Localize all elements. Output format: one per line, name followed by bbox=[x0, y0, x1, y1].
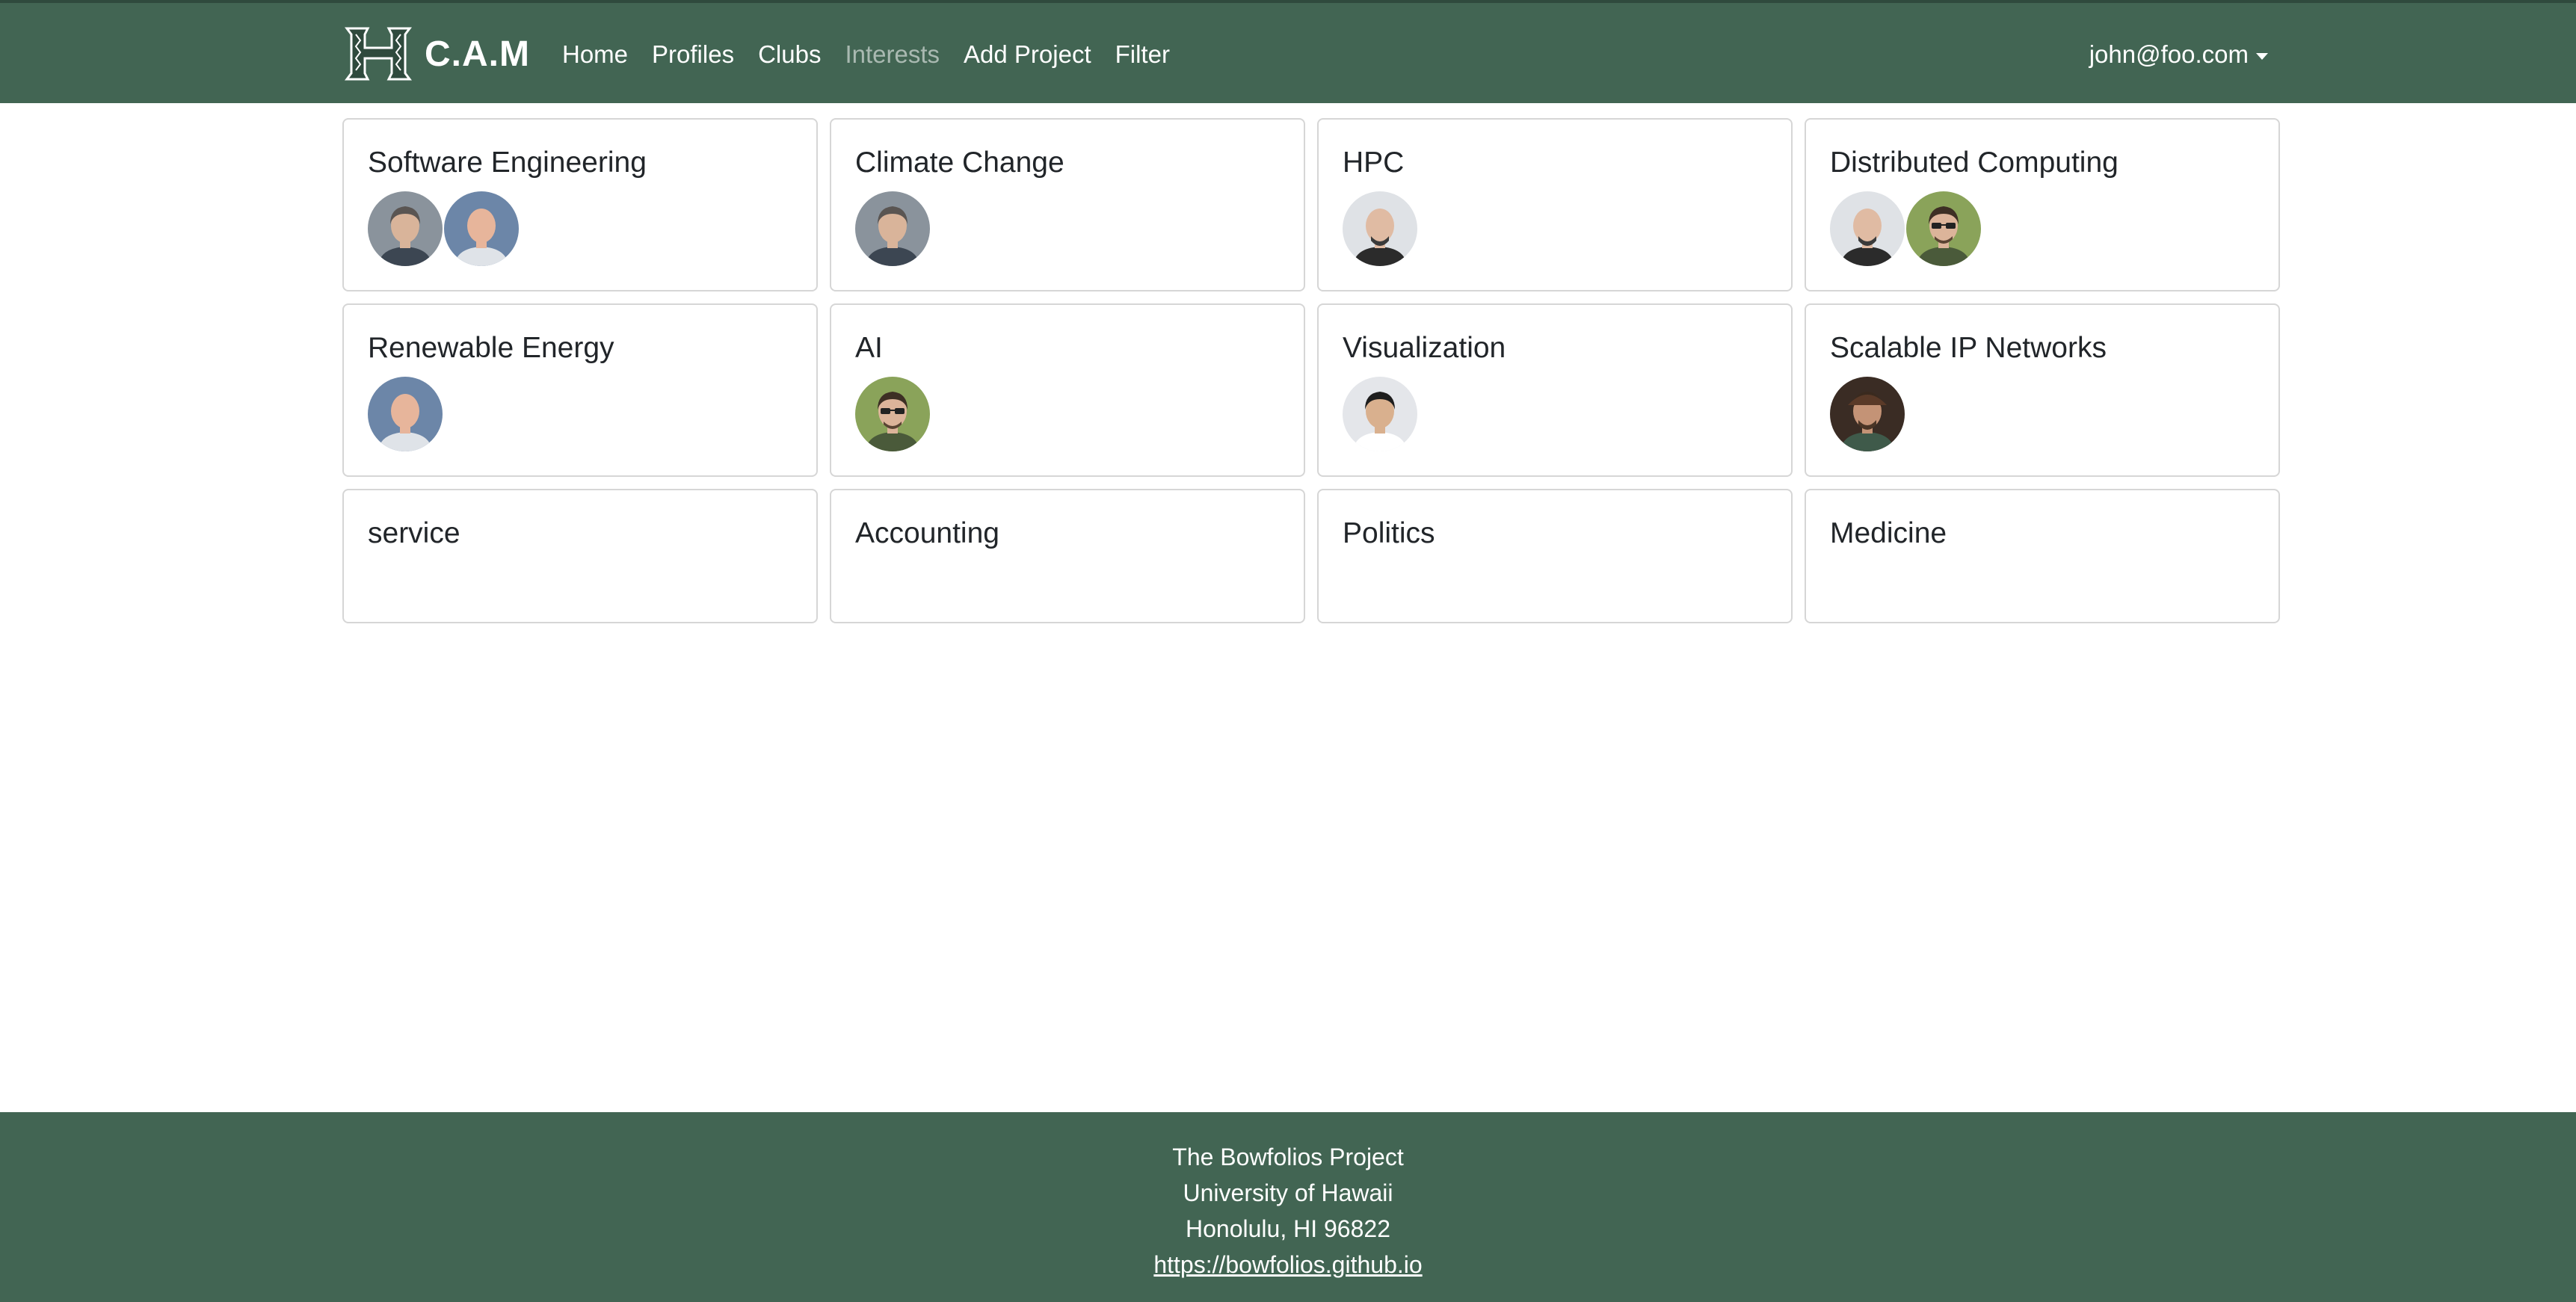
interest-card[interactable]: AI bbox=[830, 303, 1305, 477]
interest-card[interactable]: Distributed Computing bbox=[1805, 118, 2280, 291]
interest-title: Medicine bbox=[1830, 517, 1947, 549]
interest-title: Scalable IP Networks bbox=[1830, 332, 2107, 364]
interest-card[interactable]: Scalable IP Networks bbox=[1805, 303, 2280, 477]
brand-text: C.A.M bbox=[425, 34, 530, 74]
nav-filter[interactable]: Filter bbox=[1115, 40, 1170, 69]
footer-university: University of Hawaii bbox=[1183, 1179, 1393, 1206]
member-avatars bbox=[1830, 191, 2255, 266]
interest-title: service bbox=[368, 517, 460, 549]
member-avatars bbox=[855, 377, 1280, 451]
nav-links: Home Profiles Clubs Interests Add Projec… bbox=[562, 3, 1170, 106]
user-dropdown[interactable]: john@foo.com bbox=[2089, 3, 2268, 106]
footer-address: Honolulu, HI 96822 bbox=[1186, 1215, 1390, 1242]
member-avatars bbox=[368, 377, 792, 451]
caret-down-icon bbox=[2256, 52, 2268, 60]
interest-card[interactable]: Medicine bbox=[1805, 489, 2280, 623]
avatar[interactable] bbox=[1830, 191, 1905, 266]
member-avatars bbox=[368, 191, 792, 266]
nav-clubs[interactable]: Clubs bbox=[758, 40, 821, 69]
interest-title: AI bbox=[855, 332, 883, 364]
member-avatars bbox=[1343, 191, 1767, 266]
avatar[interactable] bbox=[368, 377, 443, 451]
nav-add-project[interactable]: Add Project bbox=[964, 40, 1091, 69]
interest-card[interactable]: Renewable Energy bbox=[342, 303, 818, 477]
top-navbar: C.A.M Home Profiles Clubs Interests Add … bbox=[0, 0, 2576, 103]
member-avatars bbox=[1830, 377, 2255, 451]
interest-title: Renewable Energy bbox=[368, 332, 614, 364]
footer-link[interactable]: https://bowfolios.github.io bbox=[1153, 1251, 1422, 1278]
brand-home-link[interactable]: C.A.M bbox=[342, 22, 530, 85]
member-avatars bbox=[1343, 377, 1767, 451]
interest-title: Accounting bbox=[855, 517, 999, 549]
interest-card[interactable]: Software Engineering bbox=[342, 118, 818, 291]
avatar[interactable] bbox=[444, 191, 519, 266]
interest-card[interactable]: Accounting bbox=[830, 489, 1305, 623]
interest-card[interactable]: Visualization bbox=[1317, 303, 1793, 477]
avatar[interactable] bbox=[1343, 377, 1417, 451]
interest-title: Politics bbox=[1343, 517, 1435, 549]
interest-title: Climate Change bbox=[855, 146, 1064, 179]
avatar[interactable] bbox=[855, 191, 930, 266]
footer-project-name: The Bowfolios Project bbox=[1172, 1144, 1404, 1170]
nav-profiles[interactable]: Profiles bbox=[652, 40, 734, 69]
interest-card[interactable]: HPC bbox=[1317, 118, 1793, 291]
member-avatars bbox=[855, 191, 1280, 266]
interest-title: Visualization bbox=[1343, 332, 1506, 364]
avatar[interactable] bbox=[1343, 191, 1417, 266]
avatar[interactable] bbox=[855, 377, 930, 451]
interest-title: Distributed Computing bbox=[1830, 146, 2119, 179]
nav-interests-active[interactable]: Interests bbox=[845, 40, 940, 69]
avatar[interactable] bbox=[1830, 377, 1905, 451]
interests-grid: Software Engineering Climate Change HPC Dis… bbox=[342, 118, 2280, 623]
hawaii-h-logo-icon bbox=[345, 27, 412, 81]
interest-card[interactable]: Climate Change bbox=[830, 118, 1305, 291]
interest-card[interactable]: Politics bbox=[1317, 489, 1793, 623]
page-footer: The Bowfolios Project University of Hawa… bbox=[0, 1112, 2576, 1302]
nav-home[interactable]: Home bbox=[562, 40, 628, 69]
interest-title: HPC bbox=[1343, 146, 1405, 179]
interest-title: Software Engineering bbox=[368, 146, 647, 179]
avatar[interactable] bbox=[368, 191, 443, 266]
avatar[interactable] bbox=[1906, 191, 1981, 266]
interest-card[interactable]: service bbox=[342, 489, 818, 623]
user-email: john@foo.com bbox=[2089, 40, 2249, 68]
